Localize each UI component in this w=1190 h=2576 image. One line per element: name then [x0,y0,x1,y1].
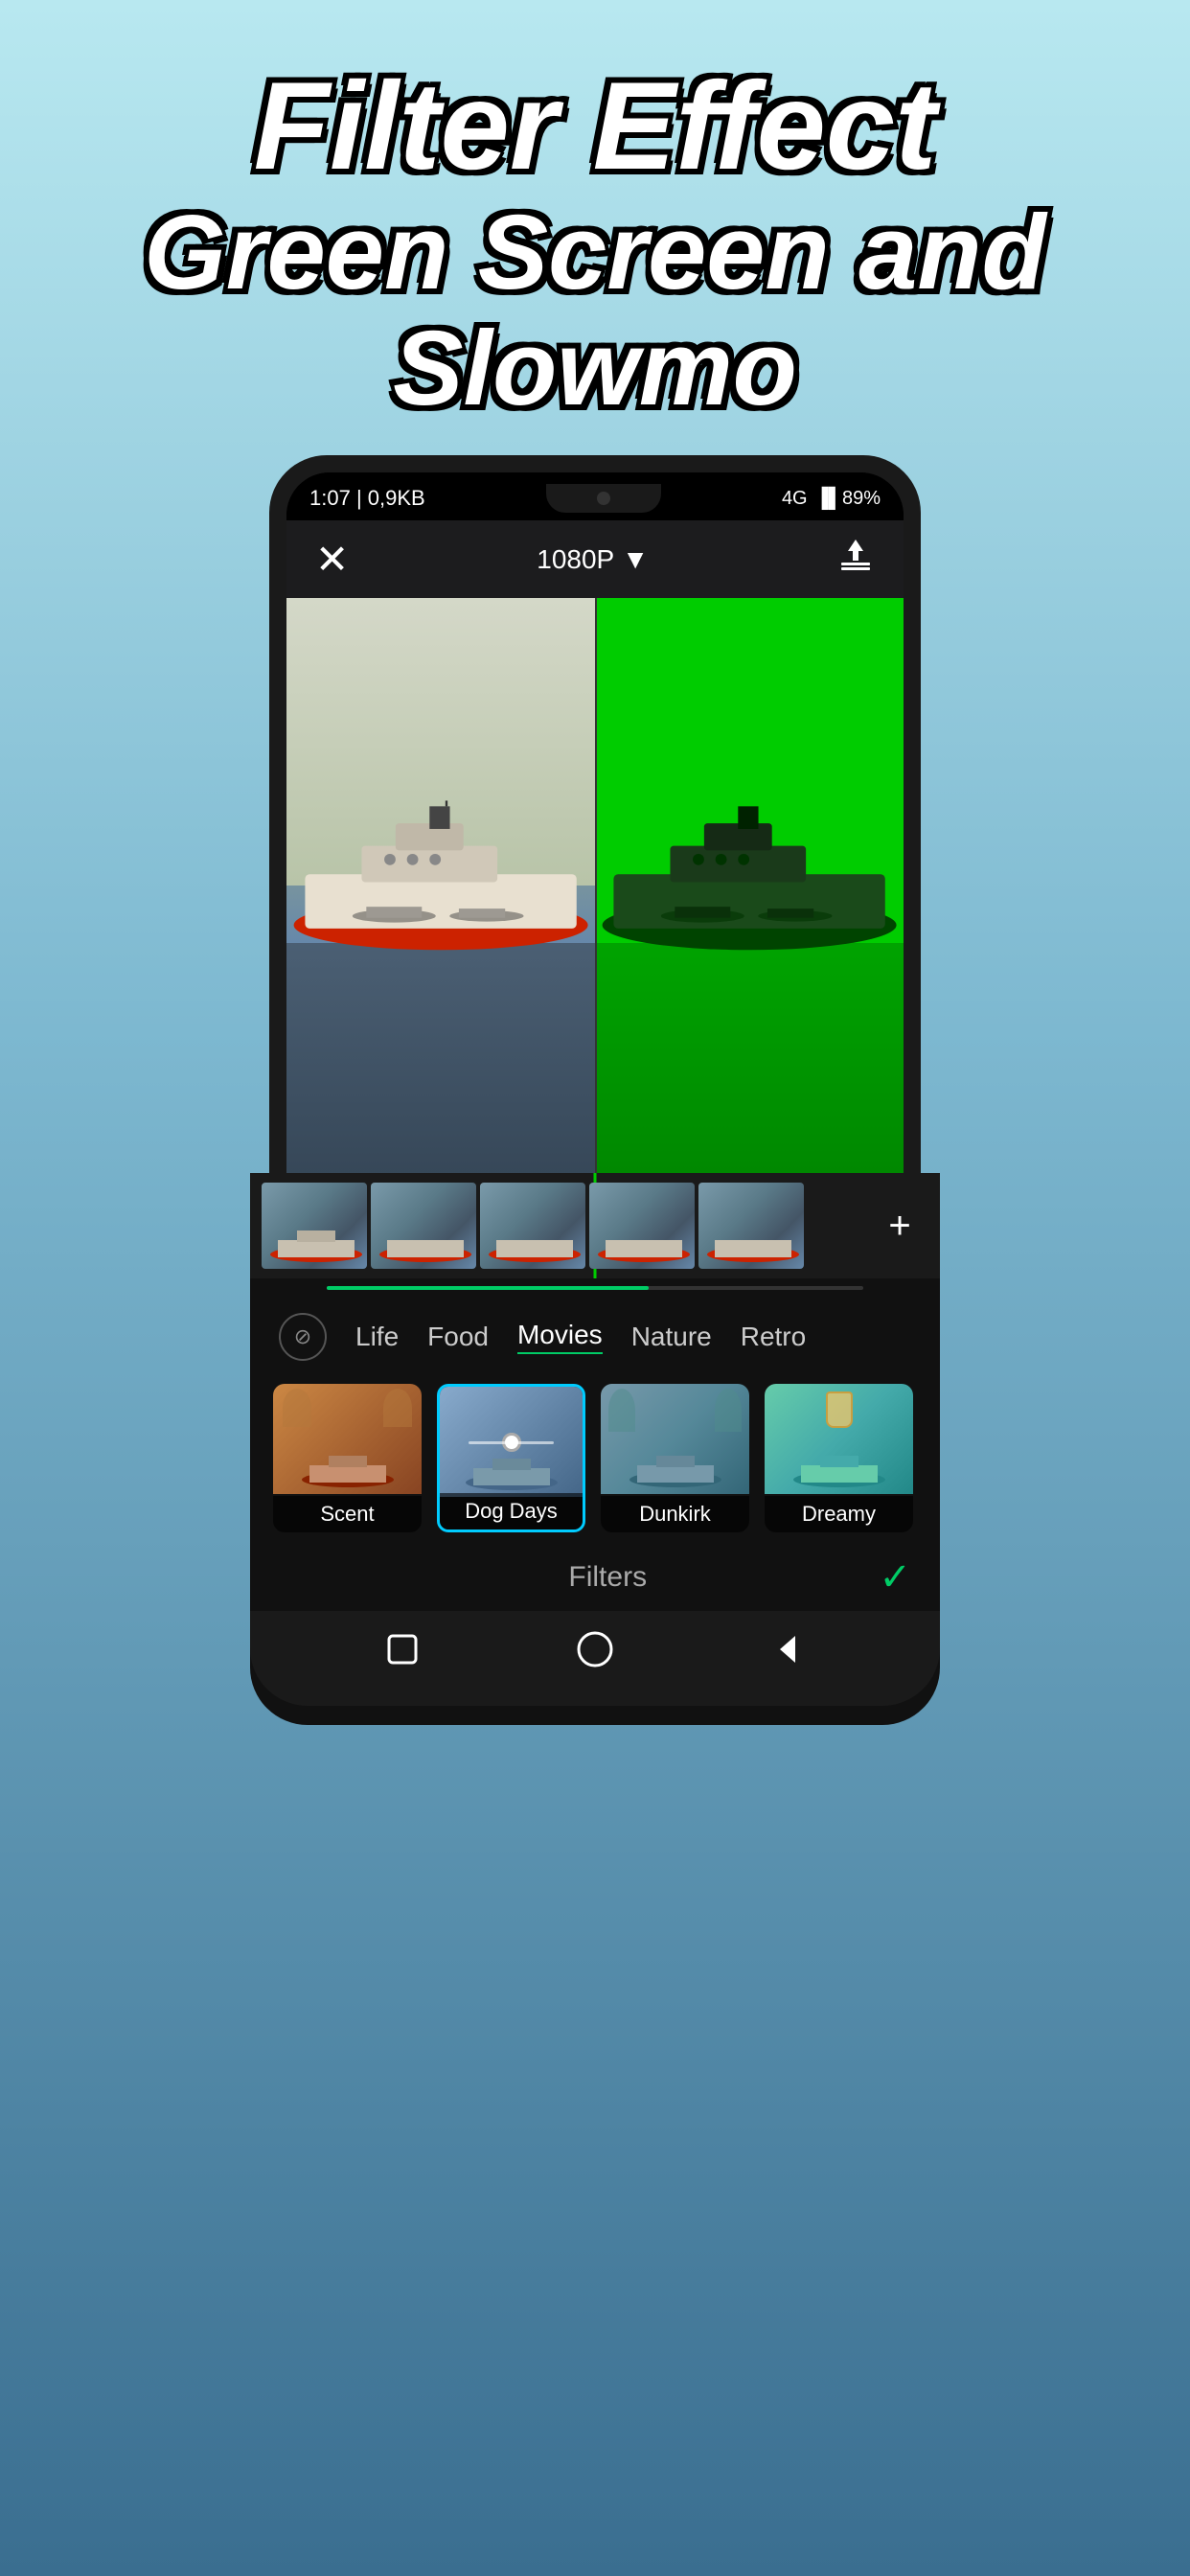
quality-label: 1080P [537,544,614,575]
export-icon [836,536,875,574]
filter-item-dreamy[interactable]: Dreamy [765,1384,913,1532]
filter-cat-food[interactable]: Food [427,1322,489,1352]
scent-thumb [273,1384,422,1494]
progress-fill [327,1286,649,1290]
dreamy-label: Dreamy [765,1496,913,1532]
filters-footer: Filters ✓ [250,1540,940,1611]
timeline-thumb[interactable] [589,1183,695,1269]
title-line2: Green Screen and Slowmo [38,195,1152,426]
timeline-add-button[interactable]: + [871,1183,928,1269]
dreamy-thumb [765,1384,913,1494]
nav-back-icon [770,1632,805,1667]
filters-footer-label: Filters [336,1561,879,1594]
filters-checkmark[interactable]: ✓ [879,1555,911,1599]
nav-back-button[interactable] [770,1632,805,1675]
filter-cat-nature[interactable]: Nature [631,1322,712,1352]
thumb-ship-icon [482,1221,585,1264]
thumb-ship-icon [700,1221,804,1264]
video-preview [286,598,904,1173]
timeline-thumb[interactable] [371,1183,476,1269]
scent-label: Scent [273,1496,422,1532]
nav-square-icon [385,1632,420,1667]
status-time: 1:07 | 0,9KB [309,486,425,511]
video-right [595,598,904,1173]
progress-bar-container [250,1286,940,1290]
nav-home-icon [576,1630,614,1668]
header-section: Filter Effect Green Screen and Slowmo [0,0,1190,455]
filter-item-dogdays[interactable]: Dog Days [437,1384,585,1532]
dunkirk-thumb [601,1384,749,1494]
battery-icon: ▐▌89% [815,488,881,510]
phone-top: 1:07 | 0,9KB 4G ▐▌89% ✕ 1080P ▼ [269,455,921,1173]
nav-square-button[interactable] [385,1632,420,1675]
dogdays-ship [459,1449,564,1492]
filter-cat-movies[interactable]: Movies [517,1320,603,1354]
phone-wrapper: 1:07 | 0,9KB 4G ▐▌89% ✕ 1080P ▼ [250,455,940,1725]
timeline-thumb[interactable] [480,1183,585,1269]
no-filter-icon[interactable]: ⊘ [279,1313,327,1361]
export-button[interactable] [836,536,875,583]
dreamy-ship [787,1446,892,1489]
thumb-ship-icon [263,1221,367,1264]
timeline-thumb[interactable] [698,1183,804,1269]
nav-home-button[interactable] [576,1630,614,1677]
title-line1: Filter Effect [38,58,1152,195]
thumb-ship-icon [591,1221,695,1264]
progress-bar [327,1286,863,1290]
filter-items: Scent Dog Days [250,1376,940,1540]
camera-notch [546,484,661,513]
quality-selector[interactable]: 1080P ▼ [537,544,649,575]
dogdays-label: Dog Days [440,1493,583,1530]
bg-ships-right [656,868,841,954]
filter-cat-life[interactable]: Life [355,1322,399,1352]
dunkirk-label: Dunkirk [601,1496,749,1532]
quality-arrow: ▼ [622,544,649,575]
status-right: 4G ▐▌89% [782,488,881,510]
filter-item-scent[interactable]: Scent [273,1384,422,1532]
camera-dot [597,492,610,505]
toolbar-bar: ✕ 1080P ▼ [286,520,904,598]
phone-bottom: + ⊘ Life Food Movies Nature Retro [250,1173,940,1725]
thumb-ship-icon [373,1221,476,1264]
timeline-thumb[interactable] [262,1183,367,1269]
signal-icon: 4G [782,488,808,510]
nav-bar [250,1611,940,1706]
timeline-strip: + [250,1173,940,1278]
filter-cat-retro[interactable]: Retro [741,1322,806,1352]
dogdays-thumb [440,1387,583,1497]
phone-top-inner: 1:07 | 0,9KB 4G ▐▌89% ✕ 1080P ▼ [286,472,904,1173]
filter-categories: ⊘ Life Food Movies Nature Retro [250,1298,940,1376]
filter-item-dunkirk[interactable]: Dunkirk [601,1384,749,1532]
dunkirk-ship [623,1446,728,1489]
split-divider [595,598,597,1173]
status-bar: 1:07 | 0,9KB 4G ▐▌89% [286,472,904,520]
scent-ship [295,1446,400,1489]
close-button[interactable]: ✕ [315,536,349,583]
bg-ships-left [348,868,533,954]
video-left [286,598,595,1173]
